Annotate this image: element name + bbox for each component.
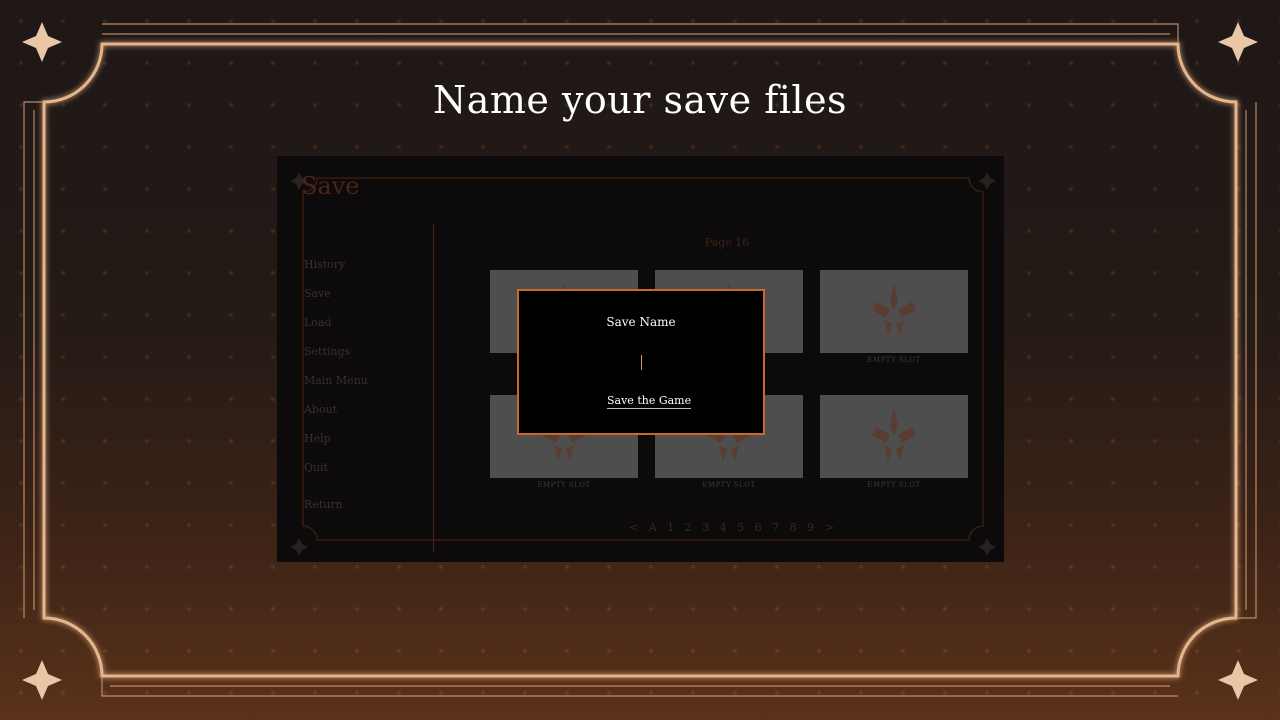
slot-label: EMPTY SLOT	[537, 481, 591, 489]
return-link[interactable]: Return	[304, 498, 343, 511]
slot-label: EMPTY SLOT	[867, 481, 921, 489]
prev-page-button[interactable]: <	[629, 521, 638, 534]
nav-item-main-menu[interactable]: Main Menu	[304, 366, 368, 395]
page-button-6[interactable]: 6	[755, 521, 762, 534]
page-heading: Name your save files	[432, 78, 848, 122]
page-button-2[interactable]: 2	[685, 521, 692, 534]
page-button-3[interactable]: 3	[702, 521, 709, 534]
corner-star-icon	[22, 660, 62, 700]
nav-item-settings[interactable]: Settings	[304, 337, 368, 366]
page-button-a[interactable]: A	[649, 521, 657, 534]
slot-label: EMPTY SLOT	[867, 356, 921, 364]
save-slot[interactable]	[820, 270, 968, 353]
nav-item-help[interactable]: Help	[304, 424, 368, 453]
nav-item-load[interactable]: Load	[304, 308, 368, 337]
next-page-button[interactable]: >	[825, 521, 834, 534]
page-pager: < A 1 2 3 4 5 6 7 8 9 >	[629, 521, 841, 534]
sparkle-emblem-icon	[872, 407, 916, 461]
slot-label: EMPTY SLOT	[702, 481, 756, 489]
page-button-4[interactable]: 4	[720, 521, 727, 534]
screen-title: Save	[301, 172, 360, 200]
page-button-5[interactable]: 5	[737, 521, 744, 534]
nav-item-save[interactable]: Save	[304, 279, 368, 308]
page-button-1[interactable]: 1	[667, 521, 674, 534]
text-caret	[641, 355, 642, 370]
page-button-8[interactable]: 8	[790, 521, 797, 534]
side-nav: History Save Load Settings Main Menu Abo…	[304, 250, 368, 482]
page-button-9[interactable]: 9	[807, 521, 814, 534]
save-name-input[interactable]	[593, 351, 697, 375]
dialog-title: Save Name	[606, 315, 676, 329]
save-game-button[interactable]: Save the Game	[607, 394, 692, 409]
page-label: Page 16	[704, 236, 750, 249]
corner-star-icon	[22, 22, 62, 62]
page-button-7[interactable]: 7	[772, 521, 779, 534]
nav-divider	[433, 224, 434, 552]
save-name-dialog: Save Name Save the Game	[517, 289, 765, 435]
nav-item-about[interactable]: About	[304, 395, 368, 424]
corner-star-icon	[1218, 660, 1258, 700]
nav-item-quit[interactable]: Quit	[304, 453, 368, 482]
corner-star-icon	[1218, 22, 1258, 62]
save-slot[interactable]	[820, 395, 968, 478]
nav-item-history[interactable]: History	[304, 250, 368, 279]
sparkle-emblem-icon	[872, 282, 916, 336]
